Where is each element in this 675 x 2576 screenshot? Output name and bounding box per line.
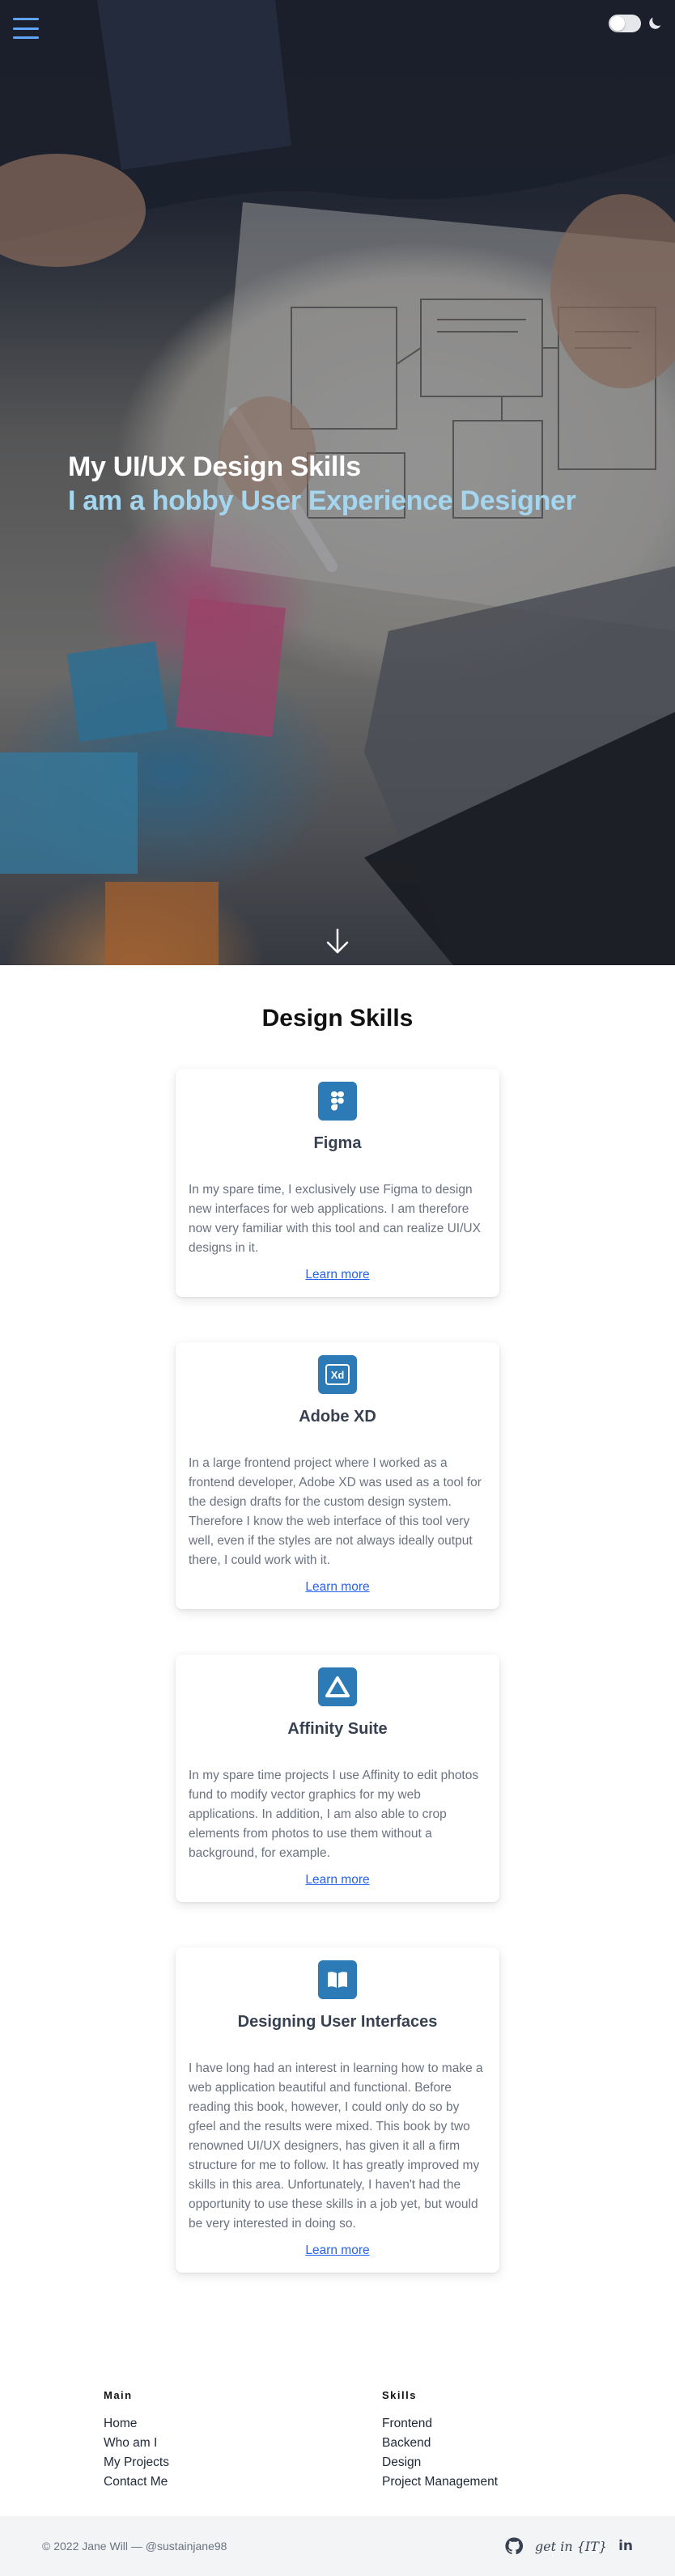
footer-link-backend[interactable]: Backend bbox=[382, 2434, 660, 2453]
card-description: In my spare time, I exclusively use Figm… bbox=[189, 1183, 481, 1255]
hero-banner: My UI/UX Design Skills I am a hobby User… bbox=[0, 0, 675, 965]
site-footer: Main Home Who am I My Projects Contact M… bbox=[0, 2366, 675, 2576]
figma-icon bbox=[318, 1082, 357, 1121]
learn-more-link[interactable]: Learn more bbox=[189, 1580, 486, 1595]
card-title: Adobe XD bbox=[299, 1408, 376, 1426]
card-title: Figma bbox=[313, 1134, 362, 1152]
learn-more-link[interactable]: Learn more bbox=[189, 1873, 486, 1888]
footer-link-contact-me[interactable]: Contact Me bbox=[104, 2472, 382, 2492]
footer-column-skills: Skills Frontend Backend Design Project M… bbox=[382, 2389, 660, 2492]
footer-heading: Main bbox=[104, 2389, 133, 2401]
footer-navigation: Main Home Who am I My Projects Contact M… bbox=[0, 2366, 675, 2516]
hamburger-menu-icon[interactable] bbox=[13, 18, 39, 39]
linkedin-link[interactable]: in bbox=[618, 2538, 633, 2554]
hero-subtitle: I am a hobby User Experience Designer bbox=[68, 485, 576, 516]
github-icon[interactable] bbox=[504, 2536, 524, 2556]
skill-card-designing-user-interfaces: Designing User Interfaces I have long ha… bbox=[176, 1947, 499, 2273]
theme-toggle-switch[interactable] bbox=[609, 15, 641, 32]
footer-heading: Skills bbox=[382, 2389, 417, 2401]
design-skills-section: Design Skills Figma In my spare time, I … bbox=[0, 965, 675, 2366]
skill-cards: Figma In my spare time, I exclusively us… bbox=[0, 1069, 675, 2318]
footer-bar: © 2022 Jane Will — @sustainjane98 get in… bbox=[0, 2516, 675, 2576]
footer-column-main: Main Home Who am I My Projects Contact M… bbox=[104, 2389, 382, 2492]
skill-card-adobe-xd: Xd Adobe XD In a large frontend project … bbox=[176, 1342, 499, 1609]
social-links: get in {IT} in bbox=[504, 2536, 633, 2556]
learn-more-link[interactable]: Learn more bbox=[189, 1268, 486, 1282]
footer-link-frontend[interactable]: Frontend bbox=[382, 2414, 660, 2434]
copyright-text: © 2022 Jane Will — @sustainjane98 bbox=[42, 2540, 227, 2553]
card-title: Designing User Interfaces bbox=[237, 2013, 438, 2031]
card-description: In a large frontend project where I work… bbox=[189, 1456, 482, 1567]
footer-link-design[interactable]: Design bbox=[382, 2453, 660, 2472]
card-description: In my spare time projects I use Affinity… bbox=[189, 1769, 479, 1860]
hero-heading-group: My UI/UX Design Skills I am a hobby User… bbox=[68, 450, 576, 518]
section-title: Design Skills bbox=[261, 1005, 414, 1032]
footer-link-home[interactable]: Home bbox=[104, 2414, 382, 2434]
card-description: I have long had an interest in learning … bbox=[189, 2061, 483, 2231]
book-icon bbox=[318, 1960, 357, 1999]
footer-link-who-am-i[interactable]: Who am I bbox=[104, 2434, 382, 2453]
theme-toggle[interactable] bbox=[609, 15, 664, 32]
skill-card-figma: Figma In my spare time, I exclusively us… bbox=[176, 1069, 499, 1297]
affinity-icon bbox=[318, 1667, 357, 1706]
footer-link-my-projects[interactable]: My Projects bbox=[104, 2453, 382, 2472]
skill-card-affinity-suite: Affinity Suite In my spare time projects… bbox=[176, 1654, 499, 1902]
arrow-down-icon[interactable] bbox=[323, 926, 352, 955]
learn-more-link[interactable]: Learn more bbox=[189, 2243, 486, 2258]
card-title: Affinity Suite bbox=[287, 1720, 388, 1738]
toggle-knob bbox=[610, 16, 625, 31]
footer-link-project-management[interactable]: Project Management bbox=[382, 2472, 660, 2492]
hero-title: My UI/UX Design Skills bbox=[68, 451, 361, 482]
moon-icon bbox=[649, 17, 661, 29]
adobe-xd-icon: Xd bbox=[318, 1355, 357, 1394]
adobe-xd-icon-label: Xd bbox=[330, 1368, 345, 1381]
getintt-link[interactable]: get in {IT} bbox=[535, 2539, 607, 2554]
